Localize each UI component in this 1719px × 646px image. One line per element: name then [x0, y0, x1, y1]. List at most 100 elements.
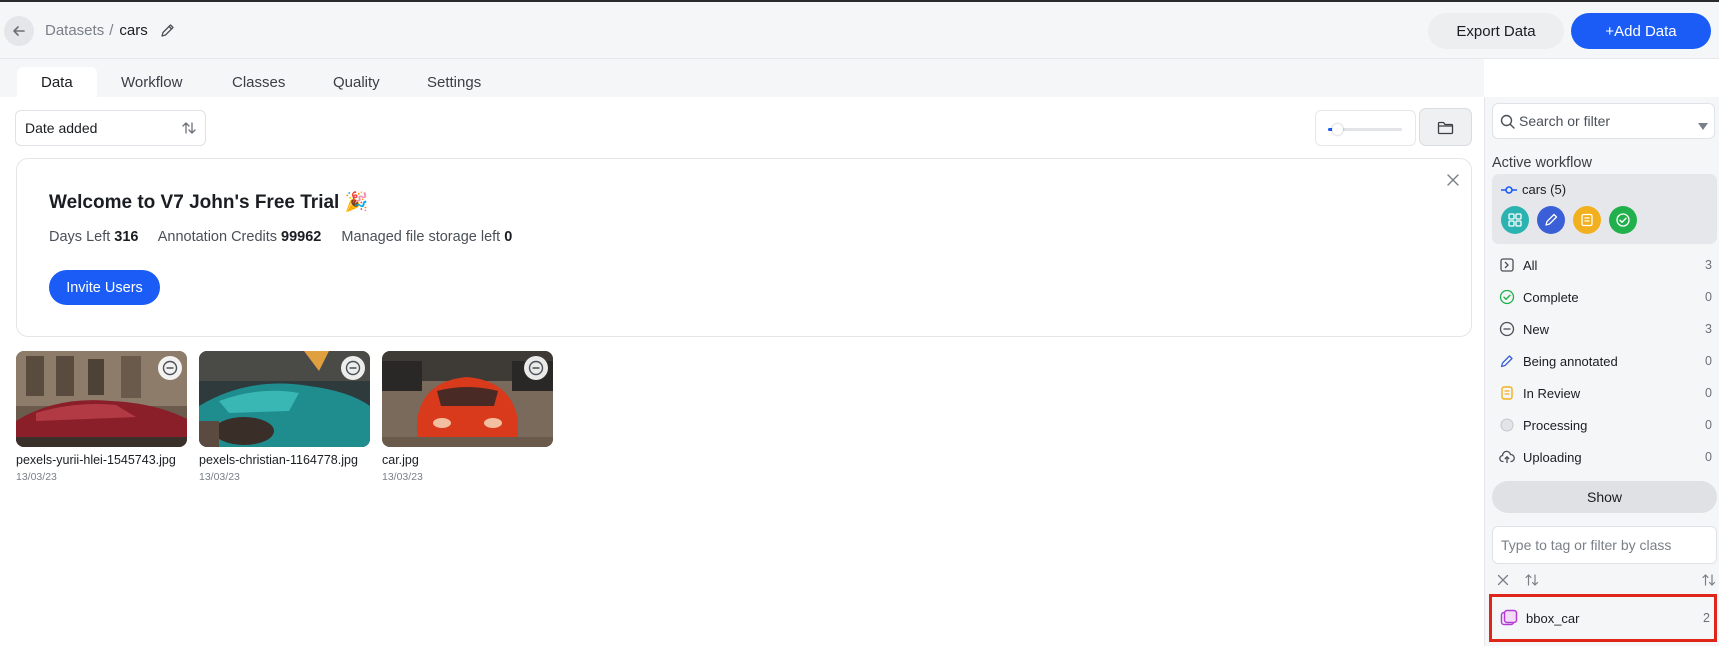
- dataset-item-card[interactable]: pexels-yurii-hlei-1545743.jpg 13/03/23: [16, 351, 187, 483]
- status-count: 0: [1705, 386, 1712, 400]
- tab-workflow[interactable]: Workflow: [97, 67, 206, 97]
- chevron-down-icon[interactable]: [1698, 118, 1708, 136]
- item-filename: pexels-yurii-hlei-1545743.jpg: [16, 453, 176, 467]
- dataset-item-card[interactable]: car.jpg 13/03/23: [382, 351, 553, 483]
- class-name: bbox_car: [1526, 610, 1580, 626]
- sort-name-icon[interactable]: [1524, 573, 1540, 592]
- active-workflow-card[interactable]: cars (5): [1492, 174, 1717, 244]
- sort-select-value: Date added: [25, 120, 98, 136]
- slider-handle[interactable]: [1332, 124, 1343, 135]
- breadcrumb-datasets-link[interactable]: Datasets: [45, 22, 104, 39]
- stage-review-icon[interactable]: [1573, 206, 1601, 234]
- class-list-tools: [1492, 573, 1717, 591]
- item-date: 13/03/23: [382, 471, 423, 483]
- tab-data[interactable]: Data: [17, 67, 97, 97]
- item-thumbnail[interactable]: [16, 351, 187, 447]
- workflow-name: cars (5): [1500, 182, 1566, 197]
- item-filename: pexels-christian-1164778.jpg: [199, 453, 358, 467]
- add-data-button[interactable]: +Add Data: [1571, 13, 1711, 49]
- status-filter-being-annotated[interactable]: Being annotated 0: [1492, 345, 1717, 377]
- status-filter-list: All 3 Complete 0 New 3 Being annotated 0…: [1492, 249, 1717, 473]
- workflow-name-label: cars (5): [1522, 182, 1567, 197]
- pencil-icon[interactable]: [160, 23, 175, 38]
- stat-days-left: Days Left 316: [49, 229, 139, 245]
- stack-icon: [1499, 257, 1515, 273]
- item-thumbnail[interactable]: [199, 351, 370, 447]
- status-new-icon: [341, 356, 365, 380]
- invite-users-button[interactable]: Invite Users: [49, 270, 160, 305]
- stage-annotate-icon[interactable]: [1537, 206, 1565, 234]
- status-label: In Review: [1523, 385, 1581, 401]
- status-count: 0: [1705, 418, 1712, 432]
- back-button[interactable]: [4, 16, 34, 46]
- search-icon: [1500, 114, 1515, 134]
- item-filename: car.jpg: [382, 453, 419, 467]
- dataset-item-card[interactable]: pexels-christian-1164778.jpg 13/03/23: [199, 351, 370, 483]
- tab-quality[interactable]: Quality: [309, 67, 404, 97]
- status-filter-uploading[interactable]: Uploading 0: [1492, 441, 1717, 473]
- status-count: 0: [1705, 354, 1712, 368]
- check-circle-icon: [1499, 289, 1515, 305]
- filter-sidebar: Active workflow cars (5) All 3: [1484, 97, 1719, 646]
- workflow-stages: [1501, 206, 1645, 234]
- close-icon[interactable]: [1447, 173, 1459, 191]
- sort-direction-icon[interactable]: [181, 120, 197, 139]
- class-filter-input[interactable]: [1493, 527, 1716, 563]
- stage-complete-icon[interactable]: [1609, 206, 1637, 234]
- status-count: 3: [1705, 258, 1712, 272]
- welcome-title: Welcome to V7 John's Free Trial 🎉: [49, 192, 369, 213]
- show-button[interactable]: Show: [1492, 481, 1717, 513]
- status-label: All: [1523, 257, 1538, 273]
- cloud-upload-icon: [1499, 449, 1515, 465]
- top-bar: Datasets / cars Export Data +Add Data: [0, 2, 1719, 59]
- status-count: 0: [1705, 290, 1712, 304]
- status-count: 0: [1705, 450, 1712, 464]
- breadcrumb-separator: /: [109, 22, 114, 39]
- clear-icon[interactable]: [1497, 573, 1509, 591]
- status-count: 3: [1705, 322, 1712, 336]
- search-input[interactable]: [1519, 104, 1689, 138]
- status-filter-all[interactable]: All 3: [1492, 249, 1717, 281]
- status-label: Complete: [1523, 289, 1579, 305]
- welcome-banner: Welcome to V7 John's Free Trial 🎉 Days L…: [16, 158, 1472, 337]
- status-filter-complete[interactable]: Complete 0: [1492, 281, 1717, 313]
- item-date: 13/03/23: [199, 471, 240, 483]
- status-label: Uploading: [1523, 449, 1582, 465]
- breadcrumb: Datasets / cars: [45, 22, 175, 39]
- status-label: Processing: [1523, 417, 1588, 433]
- stage-dataset-icon[interactable]: [1501, 206, 1529, 234]
- arrow-left-icon: [13, 26, 25, 36]
- status-label: Being annotated: [1523, 353, 1618, 369]
- clipboard-icon: [1499, 385, 1515, 401]
- sort-count-icon[interactable]: [1701, 573, 1717, 592]
- item-thumbnail[interactable]: [382, 351, 553, 447]
- class-count: 2: [1703, 611, 1710, 625]
- minus-circle-icon: [1499, 321, 1515, 337]
- status-filter-in-review[interactable]: In Review 0: [1492, 377, 1717, 409]
- tab-bar: Data Workflow Classes Quality Settings: [0, 59, 1484, 97]
- folder-icon: [1437, 121, 1454, 134]
- class-filter-box[interactable]: [1492, 526, 1717, 564]
- stat-annotation-credits: Annotation Credits 99962: [157, 229, 322, 245]
- workflow-icon: [1501, 185, 1517, 194]
- status-filter-processing[interactable]: Processing 0: [1492, 409, 1717, 441]
- tab-classes[interactable]: Classes: [208, 67, 309, 97]
- sort-select[interactable]: Date added: [15, 110, 206, 146]
- stat-storage-left: Managed file storage left 0: [341, 229, 513, 245]
- export-data-button[interactable]: Export Data: [1428, 13, 1564, 49]
- active-workflow-heading: Active workflow: [1492, 155, 1592, 171]
- folder-view-button[interactable]: [1419, 108, 1472, 146]
- bounding-box-icon: [1500, 609, 1518, 627]
- item-date: 13/03/23: [16, 471, 57, 483]
- status-filter-new[interactable]: New 3: [1492, 313, 1717, 345]
- thumbnail-size-slider[interactable]: [1315, 110, 1416, 146]
- status-new-icon: [524, 356, 548, 380]
- search-filter-box[interactable]: [1492, 103, 1715, 139]
- class-item-bbox-car[interactable]: bbox_car 2: [1489, 594, 1717, 642]
- trial-stats: Days Left 316 Annotation Credits 99962 M…: [49, 229, 528, 245]
- pencil-icon: [1499, 353, 1515, 369]
- breadcrumb-dataset-name: cars: [119, 22, 148, 39]
- tab-settings[interactable]: Settings: [403, 67, 505, 97]
- status-new-icon: [158, 356, 182, 380]
- main-content: Date added Welcome to V7 John's Free Tri…: [4, 97, 1484, 646]
